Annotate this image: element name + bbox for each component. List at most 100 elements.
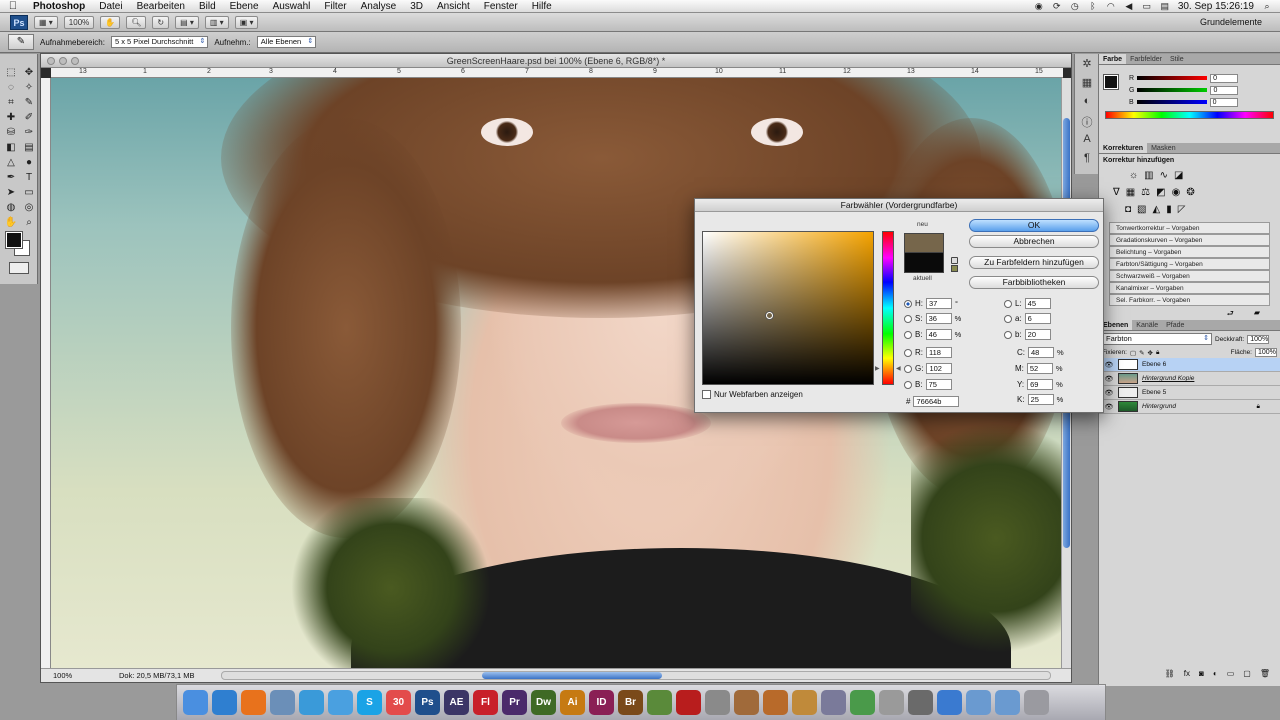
clone-source-icon[interactable]: ◐ [1077, 95, 1097, 111]
arrange-documents-button[interactable]: ▥ ▾ [204, 15, 229, 29]
menu-ebene[interactable]: Ebene [223, 1, 266, 12]
skype-icon[interactable]: S [357, 690, 382, 715]
magenta-field[interactable]: 52 [1026, 363, 1053, 374]
apple-menu-icon[interactable]:  [0, 0, 26, 12]
brightness-icon[interactable]: ☼ [1129, 170, 1138, 181]
folder-icon[interactable] [966, 690, 991, 715]
blend-mode-select[interactable]: Farbton [1102, 333, 1212, 345]
radio-hue[interactable] [904, 299, 912, 308]
history-brush-tool-icon[interactable]: ✑ [21, 126, 37, 140]
hue-field[interactable]: 37 [926, 298, 952, 309]
fill-field[interactable]: 100% [1255, 348, 1277, 357]
menu-hilfe[interactable]: Hilfe [525, 1, 559, 12]
lock-all-icon[interactable]: 🔒︎ [1156, 349, 1159, 357]
eraser-tool-icon[interactable]: ◧ [3, 141, 19, 155]
layer-name[interactable]: Ebene 6 [1142, 361, 1166, 368]
flash-icon[interactable]: Fl [473, 690, 498, 715]
safari-icon[interactable] [212, 690, 237, 715]
layer-name[interactable]: Ebene 5 [1142, 389, 1166, 396]
3d-camera-tool-icon[interactable]: ◎ [21, 201, 37, 215]
tab-stile[interactable]: Stile [1166, 54, 1188, 64]
delete-layer-icon[interactable]: 🗑︎ [1260, 669, 1270, 678]
new-layer-icon[interactable]: ▢ [1243, 669, 1251, 678]
horizontal-scroll-thumb[interactable] [482, 672, 662, 679]
illustrator-icon[interactable]: Ai [560, 690, 585, 715]
preset-kanalmixer[interactable]: Kanalmixer – Vorgaben [1109, 282, 1270, 294]
bridge-icon[interactable]: Br [618, 690, 643, 715]
calendar-icon[interactable]: 30 [386, 690, 411, 715]
lock-pixels-icon[interactable]: ✎ [1139, 349, 1144, 357]
layer-name[interactable]: Hintergrund [1142, 403, 1176, 410]
disk-utility-icon[interactable] [879, 690, 904, 715]
preset-gradation[interactable]: Gradationskurven – Vorgaben [1109, 234, 1270, 246]
photo-filter-icon[interactable]: ◉ [1172, 187, 1181, 198]
color-slider-r[interactable]: R 0 [1099, 72, 1280, 84]
preset-belichtung[interactable]: Belichtung – Vorgaben [1109, 246, 1270, 258]
tools-icon[interactable] [705, 690, 730, 715]
layer-style-icon[interactable]: fx [1184, 669, 1190, 678]
lab-l-field[interactable]: 45 [1024, 298, 1051, 309]
finder-icon[interactable] [183, 690, 208, 715]
shape-tool-icon[interactable]: ▭ [21, 186, 37, 200]
slider-value[interactable]: 0 [1210, 73, 1239, 83]
vibrance-icon[interactable]: ∇ [1113, 187, 1120, 198]
vertical-ruler[interactable] [41, 78, 51, 670]
screenshot-icon[interactable] [908, 690, 933, 715]
levels-icon[interactable]: ▥ [1144, 170, 1153, 181]
radio-lab-a[interactable] [1004, 314, 1012, 323]
workspace-switcher[interactable]: Grundelemente [1200, 17, 1262, 27]
video-icon[interactable] [734, 690, 759, 715]
red-field[interactable]: 118 [926, 347, 952, 358]
sync-icon[interactable]: ⟳ [1052, 1, 1062, 11]
saturation-field[interactable]: 36 [925, 313, 952, 324]
presentation-icon[interactable] [792, 690, 817, 715]
gradient-map-icon[interactable]: ▮ [1166, 204, 1172, 215]
screen-mode-button[interactable]: ▣ ▾ [234, 15, 259, 29]
zoom-readout[interactable]: 100% [53, 669, 72, 682]
pen-tool-icon[interactable]: ✒ [3, 171, 19, 185]
menu-auswahl[interactable]: Auswahl [266, 1, 318, 12]
exposure-icon[interactable]: ◪ [1174, 170, 1183, 181]
web-colors-checkbox[interactable] [702, 390, 711, 399]
menu-3d[interactable]: 3D [403, 1, 430, 12]
menu-datei[interactable]: Datei [92, 1, 129, 12]
horizontal-ruler[interactable]: 13 1 2 3 4 5 6 7 8 9 10 11 12 13 14 15 [51, 68, 1063, 78]
foreground-color-swatch[interactable] [6, 232, 22, 248]
visibility-eye-icon[interactable]: 👁︎ [1104, 403, 1114, 411]
layer-name[interactable]: Hintergrund Kopie [1142, 375, 1194, 382]
type-tool-icon[interactable]: T [21, 171, 37, 185]
magic-wand-tool-icon[interactable]: ✧ [21, 81, 37, 95]
time-machine-icon[interactable]: ◷ [1070, 1, 1080, 11]
ichat-icon[interactable] [299, 690, 324, 715]
radio-lab-l[interactable] [1004, 299, 1012, 308]
layer-row[interactable]: 👁︎ Ebene 5 [1099, 386, 1280, 400]
slider-value[interactable]: 0 [1209, 97, 1238, 107]
marquee-tool-icon[interactable]: ⬚ [3, 66, 19, 80]
curves-icon[interactable]: ∿ [1160, 170, 1168, 181]
radio-red[interactable] [904, 348, 912, 357]
web-colors-label[interactable]: Nur Webfarben anzeigen [714, 390, 803, 399]
hex-field[interactable]: 76664b [913, 396, 960, 407]
spotlight-icon[interactable]: ⌕ [1262, 1, 1272, 11]
zoom-window-icon[interactable] [71, 57, 79, 65]
link-layers-icon[interactable]: ⛓ [1165, 669, 1175, 678]
paragraph-icon[interactable]: ¶ [1077, 152, 1097, 168]
visibility-eye-icon[interactable]: 👁︎ [1104, 375, 1114, 383]
chart-icon[interactable] [850, 690, 875, 715]
black-field[interactable]: 25 [1027, 394, 1054, 405]
menu-photoshop[interactable]: Photoshop [26, 1, 92, 12]
menu-analyse[interactable]: Analyse [354, 1, 404, 12]
itunes-icon[interactable] [937, 690, 962, 715]
yellow-field[interactable]: 69 [1027, 379, 1054, 390]
color-balance-icon[interactable]: ⚖ [1141, 187, 1150, 198]
menu-clock[interactable]: 30. Sep 15:26:19 [1178, 1, 1254, 12]
menu-filter[interactable]: Filter [317, 1, 353, 12]
black-white-icon[interactable]: ◩ [1156, 187, 1165, 198]
dreamweaver-icon[interactable]: Dw [531, 690, 556, 715]
layer-row[interactable]: 👁︎ Ebene 6 [1099, 358, 1280, 372]
document-info[interactable]: Dok: 20,5 MB/73,1 MB [119, 669, 194, 682]
trash-icon[interactable] [1024, 690, 1049, 715]
threshold-icon[interactable]: ◭ [1153, 204, 1161, 215]
current-color-swatch[interactable] [904, 253, 944, 273]
radio-brightness[interactable] [904, 330, 912, 339]
